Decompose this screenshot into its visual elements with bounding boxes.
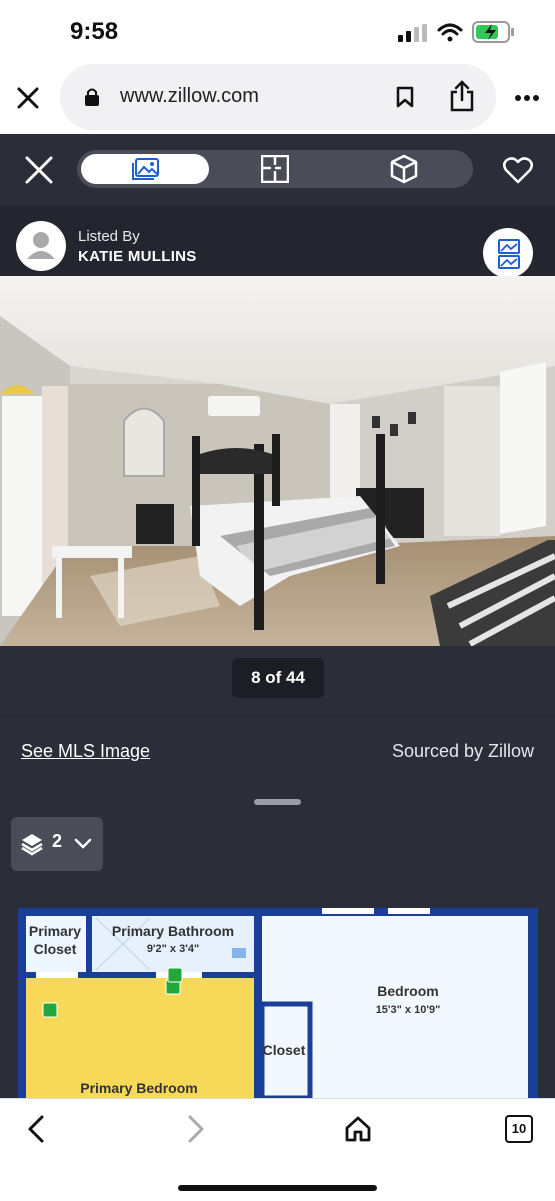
battery-charging-icon xyxy=(472,21,514,43)
tabs-count-button[interactable]: 10 xyxy=(505,1115,533,1143)
room-label-bedroom: Bedroom xyxy=(377,983,438,999)
wifi-icon xyxy=(437,23,463,42)
close-icon[interactable] xyxy=(16,86,40,110)
bedroom-photo xyxy=(0,276,555,646)
home-indicator xyxy=(178,1185,377,1191)
room-label-primary-bathroom: Primary Bathroom xyxy=(112,923,234,939)
listing-agent-bar: Listed By KATIE MULLINS xyxy=(0,206,555,278)
agent-name[interactable]: KATIE MULLINS xyxy=(78,248,197,265)
camera-marker-icon xyxy=(42,1002,58,1018)
favorite-heart-icon[interactable] xyxy=(503,156,533,184)
home-icon[interactable] xyxy=(344,1115,372,1143)
room-label-primary: Primary xyxy=(29,923,81,939)
browser-bottom-bar: 10 xyxy=(0,1098,555,1201)
photo-counter-bar: 8 of 44 xyxy=(0,646,555,716)
floor-plan[interactable]: Primary Closet Primary Bathroom 9'2" x 3… xyxy=(0,904,555,1098)
room-dims-primary-bathroom: 9'2" x 3'4" xyxy=(147,943,199,955)
cube-icon xyxy=(390,154,418,184)
share-icon[interactable] xyxy=(449,80,475,112)
back-arrow-icon[interactable] xyxy=(26,1114,46,1144)
tab-floor-plan[interactable] xyxy=(260,154,290,184)
photos-icon xyxy=(132,158,159,180)
cellular-signal-icon xyxy=(398,24,427,42)
camera-marker-icon xyxy=(167,967,183,983)
room-label-closet-2: Closet xyxy=(263,1042,306,1058)
chevron-down-icon xyxy=(74,838,92,849)
close-viewer-icon[interactable] xyxy=(24,155,54,185)
tab-3d-tour[interactable] xyxy=(390,154,418,184)
media-type-switcher xyxy=(77,150,473,188)
gallery-icon xyxy=(498,239,520,269)
user-silhouette-icon xyxy=(27,232,55,259)
see-mls-image-link[interactable]: See MLS Image xyxy=(21,741,150,762)
more-options-icon[interactable] xyxy=(514,94,540,102)
drag-handle[interactable] xyxy=(254,799,301,805)
floor-plan-panel: 2 Primary Closet Primary Bathroom 9'2" x… xyxy=(0,790,555,1098)
room-dims-bedroom: 15'3" x 10'9" xyxy=(376,1004,441,1016)
lock-icon xyxy=(85,88,99,106)
forward-arrow-icon[interactable] xyxy=(186,1114,206,1144)
level-number: 2 xyxy=(52,831,63,851)
gallery-view-button[interactable] xyxy=(483,228,533,278)
level-selector[interactable]: 2 xyxy=(11,817,103,871)
room-label-closet: Closet xyxy=(34,941,77,957)
bookmark-icon[interactable] xyxy=(396,86,414,108)
listing-photo[interactable] xyxy=(0,276,555,646)
listed-by-label: Listed By xyxy=(78,228,140,245)
floor-plan-icon xyxy=(260,154,290,184)
address-bar[interactable]: www.zillow.com xyxy=(60,64,496,130)
photo-counter: 8 of 44 xyxy=(232,658,324,698)
avatar[interactable] xyxy=(16,221,66,271)
browser-toolbar: www.zillow.com xyxy=(0,64,555,134)
layers-icon xyxy=(21,834,43,856)
sourced-by-text: Sourced by Zillow xyxy=(391,741,534,761)
status-time: 9:58 xyxy=(70,18,119,45)
photo-source-bar: See MLS Image Sourced by Zillow xyxy=(0,716,555,791)
room-label-primary-bedroom: Primary Bedroom xyxy=(80,1080,197,1096)
tab-photos[interactable] xyxy=(81,154,209,184)
url-text: www.zillow.com xyxy=(120,85,259,107)
status-bar: 9:58 xyxy=(0,0,555,64)
